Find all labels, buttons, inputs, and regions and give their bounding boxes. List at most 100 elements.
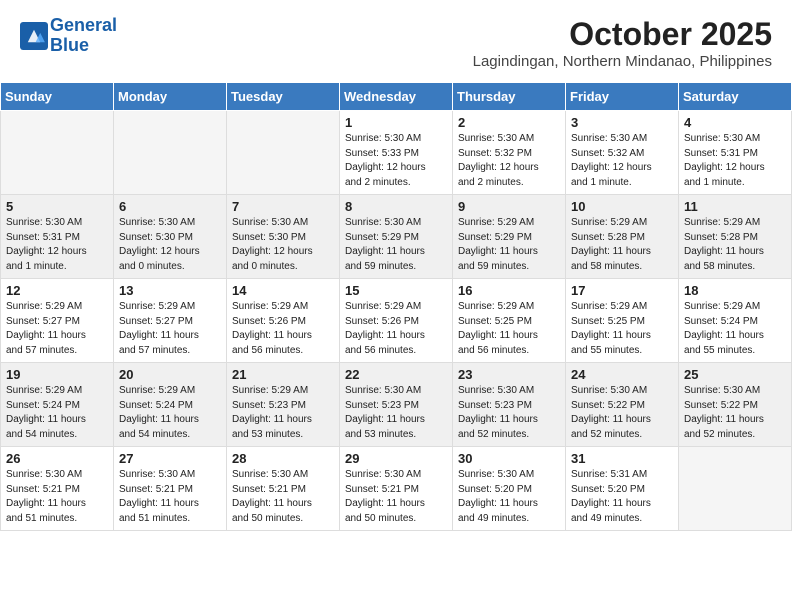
day-info: Sunrise: 5:29 AMSunset: 5:27 PMDaylight:…: [119, 300, 221, 358]
day-info: Sunrise: 5:29 AMSunset: 5:26 PMDaylight:…: [345, 300, 447, 358]
calendar-table: SundayMondayTuesdayWednesdayThursdayFrid…: [0, 82, 792, 531]
day-info: Sunrise: 5:30 AMSunset: 5:21 PMDaylight:…: [345, 468, 447, 526]
day-number: 1: [345, 115, 447, 130]
day-info: Sunrise: 5:30 AMSunset: 5:32 PMDaylight:…: [458, 132, 560, 190]
day-number: 9: [458, 199, 560, 214]
day-number: 28: [232, 451, 334, 466]
day-info: Sunrise: 5:30 AMSunset: 5:33 PMDaylight:…: [345, 132, 447, 190]
day-number: 22: [345, 367, 447, 382]
logo-text-line1: General: [50, 16, 117, 36]
week-row-4: 19 Sunrise: 5:29 AMSunset: 5:24 PMDayligh…: [1, 363, 792, 447]
day-number: 3: [571, 115, 673, 130]
calendar-cell: 21 Sunrise: 5:29 AMSunset: 5:23 PMDayligh…: [227, 363, 340, 447]
calendar-cell: 12 Sunrise: 5:29 AMSunset: 5:27 PMDayligh…: [1, 279, 114, 363]
day-number: 11: [684, 199, 786, 214]
day-info: Sunrise: 5:29 AMSunset: 5:26 PMDaylight:…: [232, 300, 334, 358]
calendar-cell: 10 Sunrise: 5:29 AMSunset: 5:28 PMDayligh…: [566, 195, 679, 279]
day-number: 7: [232, 199, 334, 214]
calendar-cell: 19 Sunrise: 5:29 AMSunset: 5:24 PMDayligh…: [1, 363, 114, 447]
day-number: 26: [6, 451, 108, 466]
day-info: Sunrise: 5:29 AMSunset: 5:24 PMDaylight:…: [6, 384, 108, 442]
calendar-cell: 31 Sunrise: 5:31 AMSunset: 5:20 PMDayligh…: [566, 447, 679, 531]
day-number: 14: [232, 283, 334, 298]
day-number: 27: [119, 451, 221, 466]
calendar-cell: 17 Sunrise: 5:29 AMSunset: 5:25 PMDayligh…: [566, 279, 679, 363]
calendar-cell: 30 Sunrise: 5:30 AMSunset: 5:20 PMDayligh…: [453, 447, 566, 531]
day-info: Sunrise: 5:30 AMSunset: 5:29 PMDaylight:…: [345, 216, 447, 274]
day-number: 10: [571, 199, 673, 214]
calendar-cell: [679, 447, 792, 531]
day-info: Sunrise: 5:29 AMSunset: 5:29 PMDaylight:…: [458, 216, 560, 274]
calendar-cell: 29 Sunrise: 5:30 AMSunset: 5:21 PMDayligh…: [340, 447, 453, 531]
logo: General Blue: [20, 16, 117, 56]
day-number: 8: [345, 199, 447, 214]
day-number: 13: [119, 283, 221, 298]
calendar-cell: 27 Sunrise: 5:30 AMSunset: 5:21 PMDayligh…: [114, 447, 227, 531]
day-info: Sunrise: 5:29 AMSunset: 5:23 PMDaylight:…: [232, 384, 334, 442]
weekday-thursday: Thursday: [453, 83, 566, 111]
day-number: 29: [345, 451, 447, 466]
day-info: Sunrise: 5:29 AMSunset: 5:25 PMDaylight:…: [571, 300, 673, 358]
calendar-cell: 8 Sunrise: 5:30 AMSunset: 5:29 PMDaylight…: [340, 195, 453, 279]
day-info: Sunrise: 5:30 AMSunset: 5:21 PMDaylight:…: [232, 468, 334, 526]
day-info: Sunrise: 5:30 AMSunset: 5:22 PMDaylight:…: [684, 384, 786, 442]
day-number: 25: [684, 367, 786, 382]
weekday-monday: Monday: [114, 83, 227, 111]
title-block: October 2025 Lagindingan, Northern Minda…: [473, 16, 772, 70]
day-info: Sunrise: 5:30 AMSunset: 5:20 PMDaylight:…: [458, 468, 560, 526]
calendar-cell: 28 Sunrise: 5:30 AMSunset: 5:21 PMDayligh…: [227, 447, 340, 531]
day-info: Sunrise: 5:30 AMSunset: 5:22 PMDaylight:…: [571, 384, 673, 442]
calendar-cell: 18 Sunrise: 5:29 AMSunset: 5:24 PMDayligh…: [679, 279, 792, 363]
day-info: Sunrise: 5:30 AMSunset: 5:31 PMDaylight:…: [6, 216, 108, 274]
weekday-friday: Friday: [566, 83, 679, 111]
calendar-cell: 13 Sunrise: 5:29 AMSunset: 5:27 PMDayligh…: [114, 279, 227, 363]
calendar-cell: 2 Sunrise: 5:30 AMSunset: 5:32 PMDaylight…: [453, 111, 566, 195]
location-text: Lagindingan, Northern Mindanao, Philippi…: [473, 53, 772, 70]
day-number: 17: [571, 283, 673, 298]
day-number: 31: [571, 451, 673, 466]
calendar-cell: 3Sunrise: 5:30 AMSunset: 5:32 AMDaylight…: [566, 111, 679, 195]
calendar-cell: 15 Sunrise: 5:29 AMSunset: 5:26 PMDayligh…: [340, 279, 453, 363]
day-info: Sunrise: 5:30 AMSunset: 5:23 PMDaylight:…: [458, 384, 560, 442]
calendar-body: 1 Sunrise: 5:30 AMSunset: 5:33 PMDaylight…: [1, 111, 792, 531]
calendar-cell: 25 Sunrise: 5:30 AMSunset: 5:22 PMDayligh…: [679, 363, 792, 447]
calendar-cell: 9 Sunrise: 5:29 AMSunset: 5:29 PMDaylight…: [453, 195, 566, 279]
weekday-saturday: Saturday: [679, 83, 792, 111]
calendar-cell: 24 Sunrise: 5:30 AMSunset: 5:22 PMDayligh…: [566, 363, 679, 447]
day-number: 21: [232, 367, 334, 382]
day-info: Sunrise: 5:30 AMSunset: 5:31 PMDaylight:…: [684, 132, 786, 190]
day-info: Sunrise: 5:29 AMSunset: 5:28 PMDaylight:…: [684, 216, 786, 274]
day-info: Sunrise: 5:31 AMSunset: 5:20 PMDaylight:…: [571, 468, 673, 526]
weekday-tuesday: Tuesday: [227, 83, 340, 111]
day-info: Sunrise: 5:29 AMSunset: 5:28 PMDaylight:…: [571, 216, 673, 274]
day-number: 12: [6, 283, 108, 298]
day-number: 30: [458, 451, 560, 466]
weekday-wednesday: Wednesday: [340, 83, 453, 111]
week-row-2: 5Sunrise: 5:30 AMSunset: 5:31 PMDaylight…: [1, 195, 792, 279]
calendar-cell: 20Sunrise: 5:29 AMSunset: 5:24 PMDayligh…: [114, 363, 227, 447]
day-number: 24: [571, 367, 673, 382]
day-number: 16: [458, 283, 560, 298]
day-number: 15: [345, 283, 447, 298]
day-number: 2: [458, 115, 560, 130]
day-number: 18: [684, 283, 786, 298]
logo-text-line2: Blue: [50, 36, 117, 56]
day-number: 19: [6, 367, 108, 382]
day-number: 4: [684, 115, 786, 130]
week-row-1: 1 Sunrise: 5:30 AMSunset: 5:33 PMDaylight…: [1, 111, 792, 195]
calendar-cell: 23Sunrise: 5:30 AMSunset: 5:23 PMDayligh…: [453, 363, 566, 447]
calendar-cell: 16Sunrise: 5:29 AMSunset: 5:25 PMDayligh…: [453, 279, 566, 363]
calendar-cell: 4 Sunrise: 5:30 AMSunset: 5:31 PMDaylight…: [679, 111, 792, 195]
day-info: Sunrise: 5:30 AMSunset: 5:21 PMDaylight:…: [119, 468, 221, 526]
month-title: October 2025: [473, 16, 772, 53]
day-info: Sunrise: 5:29 AMSunset: 5:24 PMDaylight:…: [684, 300, 786, 358]
calendar-cell: 6Sunrise: 5:30 AMSunset: 5:30 PMDaylight…: [114, 195, 227, 279]
calendar-cell: [114, 111, 227, 195]
day-info: Sunrise: 5:30 AMSunset: 5:30 PMDaylight:…: [232, 216, 334, 274]
day-number: 20: [119, 367, 221, 382]
week-row-3: 12 Sunrise: 5:29 AMSunset: 5:27 PMDayligh…: [1, 279, 792, 363]
day-info: Sunrise: 5:29 AMSunset: 5:27 PMDaylight:…: [6, 300, 108, 358]
logo-icon: [20, 22, 48, 50]
calendar-cell: 7 Sunrise: 5:30 AMSunset: 5:30 PMDaylight…: [227, 195, 340, 279]
calendar-cell: 22Sunrise: 5:30 AMSunset: 5:23 PMDayligh…: [340, 363, 453, 447]
